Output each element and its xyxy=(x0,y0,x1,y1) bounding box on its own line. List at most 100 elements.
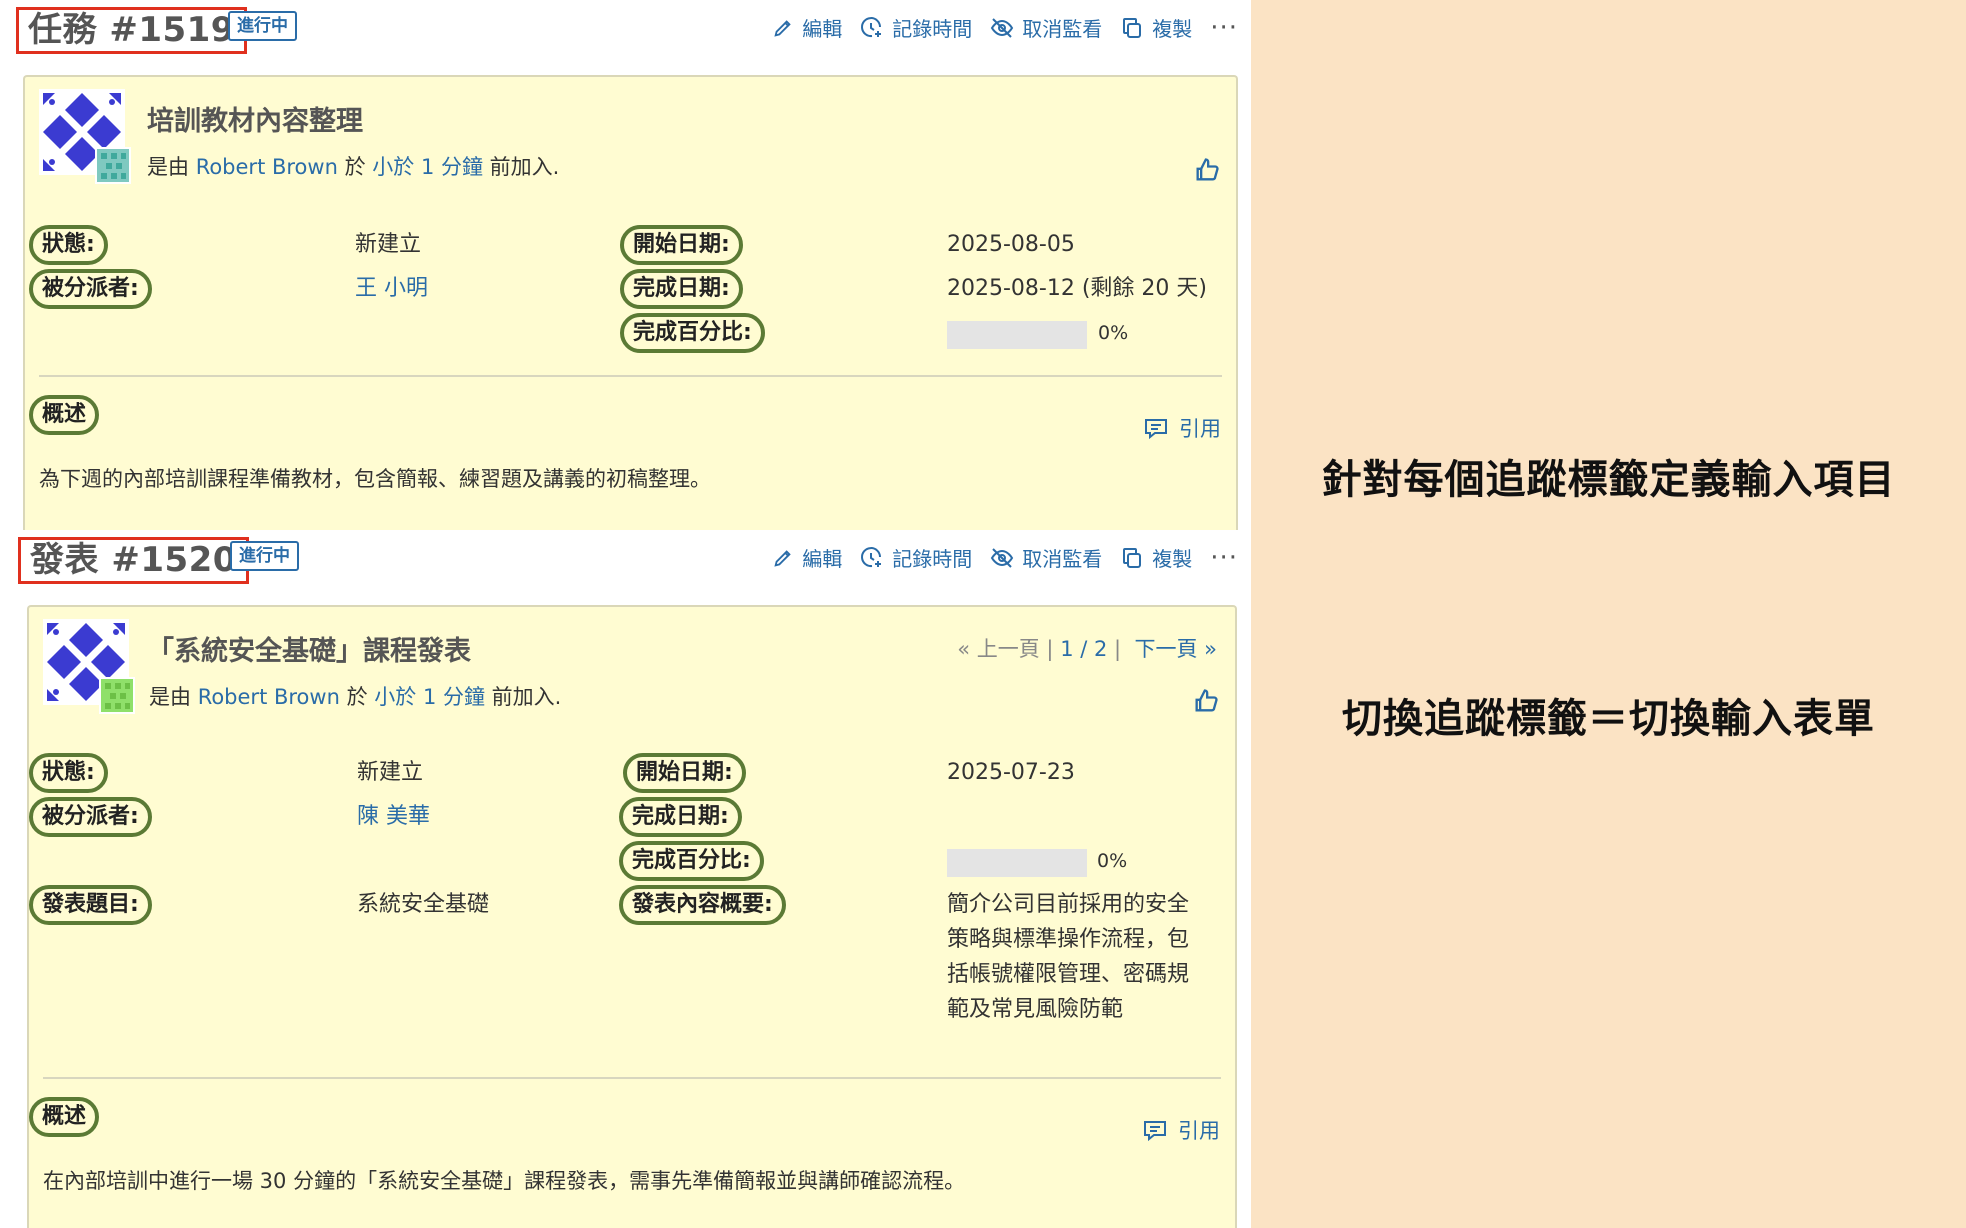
pencil-icon xyxy=(774,549,791,567)
quote-button[interactable]: 引用 xyxy=(1142,1115,1220,1145)
issue-actions: 編輯 記錄時間 取消監看 複製 ··· xyxy=(754,13,1238,42)
status-label: 狀態: xyxy=(29,753,108,793)
summary-value: 簡介公司目前採用的安全策略與標準操作流程，包括帳號權限管理、密碼規範及常見風險防… xyxy=(947,892,1190,1022)
thumbs-up-icon xyxy=(1196,158,1219,181)
start-date-label: 開始日期: xyxy=(623,753,746,793)
edit-label: 編輯 xyxy=(802,547,843,571)
topic-label: 發表題目: xyxy=(29,885,152,925)
author-link[interactable]: Robert Brown xyxy=(196,155,338,179)
author-prefix: 是由 xyxy=(149,685,191,709)
created-time-link[interactable]: 小於 1 分鐘 xyxy=(372,155,483,179)
copy-label: 複製 xyxy=(1152,547,1193,571)
copy-icon xyxy=(1123,547,1142,568)
issue-subject: 培訓教材內容整理 xyxy=(147,106,363,137)
status-value: 新建立 xyxy=(355,232,422,257)
issue-header: 任務 #1519 進行中 編輯 記錄時間 取消監看 複製 ··· xyxy=(0,0,1250,60)
author-line: 是由 Robert Brown 於 小於 1 分鐘 前加入. xyxy=(149,681,561,711)
due-date-value: 2025-08-12 (剩餘 20 天) xyxy=(947,276,1207,301)
quote-icon xyxy=(1144,1121,1166,1142)
edit-button[interactable]: 編輯 xyxy=(772,543,842,572)
status-value: 新建立 xyxy=(357,760,424,785)
assignee-link[interactable]: 王 小明 xyxy=(355,273,428,305)
quote-icon xyxy=(1145,419,1167,440)
due-date-label: 完成日期: xyxy=(619,797,742,837)
eye-off-icon xyxy=(991,17,1014,38)
issue-title: 發表 #1520 xyxy=(18,537,249,584)
issue-subject: 「系統安全基礎」課程發表 xyxy=(147,636,471,667)
issue-panel-1519: 任務 #1519 進行中 編輯 記錄時間 取消監看 複製 ··· 培訓教材內容整… xyxy=(0,0,1250,530)
like-button[interactable] xyxy=(1192,687,1220,719)
done-ratio-label: 完成百分比: xyxy=(619,841,764,881)
annotation-panel: 針對每個追蹤標籤定義輸入項目 切換追蹤標籤＝切換輸入表單 xyxy=(1251,0,1966,1228)
author-suffix: 前加入. xyxy=(491,685,562,709)
annotation-line-2: 切換追蹤標籤＝切換輸入表單 xyxy=(1342,696,1875,742)
quote-label: 引用 xyxy=(1179,417,1221,441)
description-label: 概述 xyxy=(29,395,100,435)
unwatch-button[interactable]: 取消監看 xyxy=(990,543,1102,572)
clock-add-icon xyxy=(861,546,882,567)
copy-label: 複製 xyxy=(1152,17,1193,41)
unwatch-button[interactable]: 取消監看 xyxy=(990,13,1102,42)
pager-separator: | xyxy=(1114,637,1122,661)
due-date-label: 完成日期: xyxy=(620,269,743,309)
start-date-value: 2025-07-23 xyxy=(947,760,1075,785)
progress-bar xyxy=(947,321,1087,349)
issue-pager: « 上一頁 | 1 / 2 | 下一頁 » xyxy=(957,633,1217,663)
quote-button[interactable]: 引用 xyxy=(1143,413,1221,443)
divider xyxy=(43,1077,1221,1079)
author-prefix: 是由 xyxy=(147,155,189,179)
assignee-label: 被分派者: xyxy=(29,797,152,837)
like-button[interactable] xyxy=(1193,156,1221,188)
prev-page-link[interactable]: « 上一頁 xyxy=(957,637,1040,661)
divider xyxy=(39,375,1222,377)
log-time-label: 記錄時間 xyxy=(892,547,973,571)
edit-label: 編輯 xyxy=(802,17,843,41)
start-date-value: 2025-08-05 xyxy=(947,232,1075,257)
unwatch-label: 取消監看 xyxy=(1022,17,1103,41)
unwatch-label: 取消監看 xyxy=(1022,547,1103,571)
topic-value: 系統安全基礎 xyxy=(357,892,490,917)
progress-percent: 0% xyxy=(1097,850,1128,872)
issue-panel-1520: 發表 #1520 進行中 編輯 記錄時間 取消監看 複製 ··· 「系統安全基礎… xyxy=(0,530,1250,1228)
description-label: 概述 xyxy=(29,1097,100,1137)
more-menu-icon[interactable]: ··· xyxy=(1210,15,1238,41)
done-ratio-label: 完成百分比: xyxy=(620,313,765,353)
description-text: 為下週的內部培訓課程準備教材，包含簡報、練習題及講義的初稿整理。 xyxy=(39,467,711,491)
log-time-button[interactable]: 記錄時間 xyxy=(860,543,972,572)
author-mid: 於 xyxy=(346,685,368,709)
issue-header: 發表 #1520 進行中 編輯 記錄時間 取消監看 複製 ··· xyxy=(0,530,1250,590)
assignee-label: 被分派者: xyxy=(29,269,152,309)
log-time-label: 記錄時間 xyxy=(892,17,973,41)
status-badge: 進行中 xyxy=(230,541,299,571)
status-badge: 進行中 xyxy=(228,11,297,41)
author-mid: 於 xyxy=(344,155,366,179)
copy-button[interactable]: 複製 xyxy=(1120,543,1192,572)
thumbs-up-icon xyxy=(1195,689,1218,712)
edit-button[interactable]: 編輯 xyxy=(772,13,842,42)
eye-off-icon xyxy=(991,547,1014,568)
description-text: 在內部培訓中進行一場 30 分鐘的「系統安全基礎」課程發表，需事先準備簡報並與講… xyxy=(43,1169,966,1193)
issue-actions: 編輯 記錄時間 取消監看 複製 ··· xyxy=(754,543,1238,572)
created-time-link[interactable]: 小於 1 分鐘 xyxy=(374,685,485,709)
start-date-label: 開始日期: xyxy=(620,225,743,265)
next-page-link[interactable]: 下一頁 » xyxy=(1134,637,1217,661)
author-link[interactable]: Robert Brown xyxy=(198,685,340,709)
quote-label: 引用 xyxy=(1178,1119,1220,1143)
summary-label: 發表內容概要: xyxy=(619,885,786,925)
log-time-button[interactable]: 記錄時間 xyxy=(860,13,972,42)
assignee-link[interactable]: 陳 美華 xyxy=(357,801,430,833)
author-suffix: 前加入. xyxy=(489,155,560,179)
copy-button[interactable]: 複製 xyxy=(1120,13,1192,42)
pencil-icon xyxy=(774,19,791,37)
progress-percent: 0% xyxy=(1098,322,1129,344)
pager-position: 1 / 2 xyxy=(1060,637,1108,661)
issue-title: 任務 #1519 xyxy=(16,7,247,54)
avatar xyxy=(43,619,135,714)
issue-card: 培訓教材內容整理 是由 Robert Brown 於 小於 1 分鐘 前加入. … xyxy=(23,75,1238,530)
more-menu-icon[interactable]: ··· xyxy=(1210,545,1238,571)
annotation-line-1: 針對每個追蹤標籤定義輸入項目 xyxy=(1321,457,1896,503)
author-line: 是由 Robert Brown 於 小於 1 分鐘 前加入. xyxy=(147,151,559,181)
copy-icon xyxy=(1123,17,1142,38)
clock-add-icon xyxy=(861,16,882,37)
status-label: 狀態: xyxy=(29,225,108,265)
